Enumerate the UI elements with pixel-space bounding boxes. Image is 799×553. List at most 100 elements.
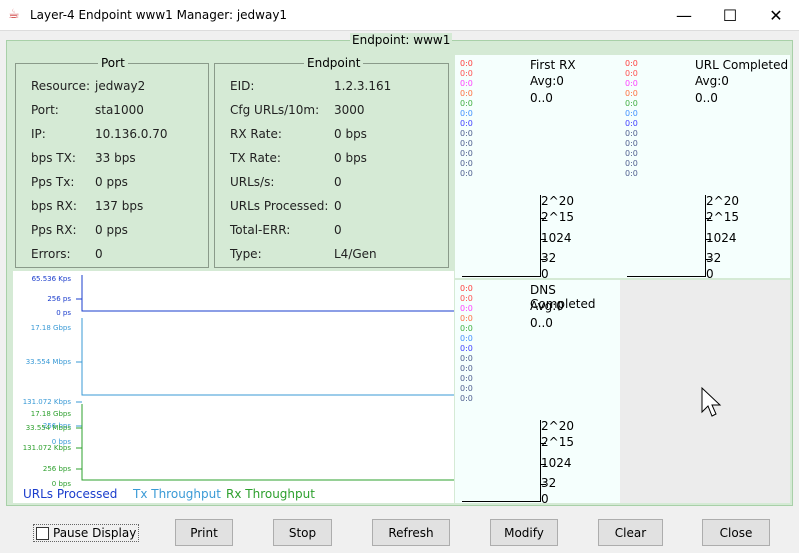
endpoint-value: 1.2.3.161	[334, 79, 392, 93]
axis-label: 1024	[541, 456, 572, 470]
tick-label: 17.18 Gbps	[30, 324, 71, 332]
legend-item: URLs Processed	[23, 487, 118, 501]
maximize-button[interactable]: ☐	[707, 0, 753, 31]
endpoint-value: 0 bps	[334, 151, 367, 165]
histogram-cell: 0:0 0:0 0:0 0:0 0:0 0:0 0:0 0:0 0:0 0:0 0:0 0:0 URL …	[620, 55, 790, 281]
port-value: 10.136.0.70	[95, 127, 168, 141]
tick-mark	[541, 443, 546, 444]
endpoint-label: URLs/s:	[230, 175, 275, 189]
port-title: Port	[98, 56, 128, 70]
tick-mark	[541, 259, 546, 260]
bucket-count: 0:0	[625, 59, 638, 68]
bucket-count: 0:0	[460, 99, 473, 108]
java-icon: ☕	[8, 7, 20, 22]
bucket-count: 0:0	[625, 169, 638, 178]
endpoint-label: Cfg URLs/10m:	[230, 103, 320, 117]
port-label: bps RX:	[31, 199, 77, 213]
tick-label: 17.18 Gbps	[30, 410, 71, 418]
port-label: Errors:	[31, 247, 71, 261]
tick-mark	[541, 239, 546, 240]
port-label: Pps Tx:	[31, 175, 75, 189]
axis-label: 1024	[541, 231, 572, 245]
tick-mark	[541, 464, 546, 465]
histogram-axis	[627, 195, 706, 277]
bucket-count: 0:0	[625, 149, 638, 158]
bucket-count: 0:0	[460, 334, 473, 343]
bucket-count: 0:0	[460, 354, 473, 363]
axis-label: 32	[541, 476, 557, 490]
bucket-count: 0:0	[460, 109, 473, 118]
tick-mark	[541, 484, 546, 485]
clear-button[interactable]: Clear	[598, 519, 663, 546]
port-label: bps TX:	[31, 151, 76, 165]
bucket-count: 0:0	[625, 99, 638, 108]
axis-label: 2^15	[541, 435, 574, 449]
bucket-count: 0:0	[460, 159, 473, 168]
endpoint-label: Total-ERR:	[230, 223, 291, 237]
legend-item: Rx Throughput	[226, 487, 315, 501]
bucket-count: 0:0	[460, 69, 473, 78]
port-value: 0	[95, 247, 103, 261]
histogram-avg: Avg:0	[695, 74, 729, 88]
bucket-count: 0:0	[460, 129, 473, 138]
bucket-count: 0:0	[625, 159, 638, 168]
bucket-count: 0:0	[460, 59, 473, 68]
endpoint-label: TX Rate:	[230, 151, 281, 165]
tick-label: 256 ps	[47, 295, 71, 303]
axis-label: 1024	[706, 231, 737, 245]
modify-button[interactable]: Modify	[490, 519, 558, 546]
port-label: Port:	[31, 103, 59, 117]
histogram-range: 0..0	[530, 91, 553, 105]
close-window-button[interactable]: ✕	[753, 0, 799, 31]
histogram-avg: Avg:0	[530, 299, 564, 313]
endpoint-label: RX Rate:	[230, 127, 282, 141]
tick-label: 131.072 Kbps	[22, 444, 71, 452]
endpoint-value: 0	[334, 199, 342, 213]
checkbox-icon[interactable]	[36, 526, 49, 540]
refresh-button[interactable]: Refresh	[372, 519, 450, 546]
port-value: 33 bps	[95, 151, 136, 165]
bucket-count: 0:0	[460, 169, 473, 178]
tick-mark	[706, 239, 711, 240]
stop-button[interactable]: Stop	[273, 519, 332, 546]
histogram-axis	[462, 420, 541, 502]
endpoint-title: Endpoint	[304, 56, 364, 70]
panel-title: Endpoint: www1	[350, 33, 453, 47]
histogram-range: 0..0	[695, 91, 718, 105]
close-button[interactable]: Close	[702, 519, 770, 546]
port-value: jedway2	[95, 79, 146, 93]
endpoint-value: L4/Gen	[334, 247, 377, 261]
pause-display-label: Pause Display	[53, 526, 137, 540]
bucket-count: 0:0	[460, 294, 473, 303]
urls-axis	[81, 275, 454, 312]
print-button[interactable]: Print	[175, 519, 233, 546]
bucket-count: 0:0	[460, 384, 473, 393]
chart-axes	[76, 275, 454, 481]
endpoint-value: 0	[334, 175, 342, 189]
bucket-count: 0:0	[460, 119, 473, 128]
pause-display-checkbox[interactable]: Pause Display	[33, 524, 140, 542]
axis-label: 2^20	[706, 194, 739, 208]
bucket-count: 0:0	[460, 364, 473, 373]
axis-label: 2^20	[541, 419, 574, 433]
minimize-button[interactable]: —	[661, 0, 707, 31]
port-label: IP:	[31, 127, 46, 141]
port-label: Resource:	[31, 79, 91, 93]
axis-label: 0	[541, 267, 549, 281]
endpoint-value: 0	[334, 223, 342, 237]
mouse-cursor-icon	[701, 386, 722, 417]
tick-label: 65.536 Kps	[31, 275, 71, 283]
rx-axis	[81, 404, 454, 481]
port-value: 0 pps	[95, 223, 128, 237]
bucket-count: 0:0	[460, 139, 473, 148]
bucket-count: 0:0	[460, 394, 473, 403]
bucket-count: 0:0	[625, 69, 638, 78]
bucket-count: 0:0	[625, 79, 638, 88]
tick-mark	[706, 259, 711, 260]
bucket-count: 0:0	[625, 129, 638, 138]
bucket-count: 0:0	[460, 344, 473, 353]
histogram-range: 0..0	[530, 316, 553, 330]
port-box	[15, 63, 209, 268]
legend-item: Tx Throughput	[133, 487, 221, 501]
bucket-count: 0:0	[460, 149, 473, 158]
